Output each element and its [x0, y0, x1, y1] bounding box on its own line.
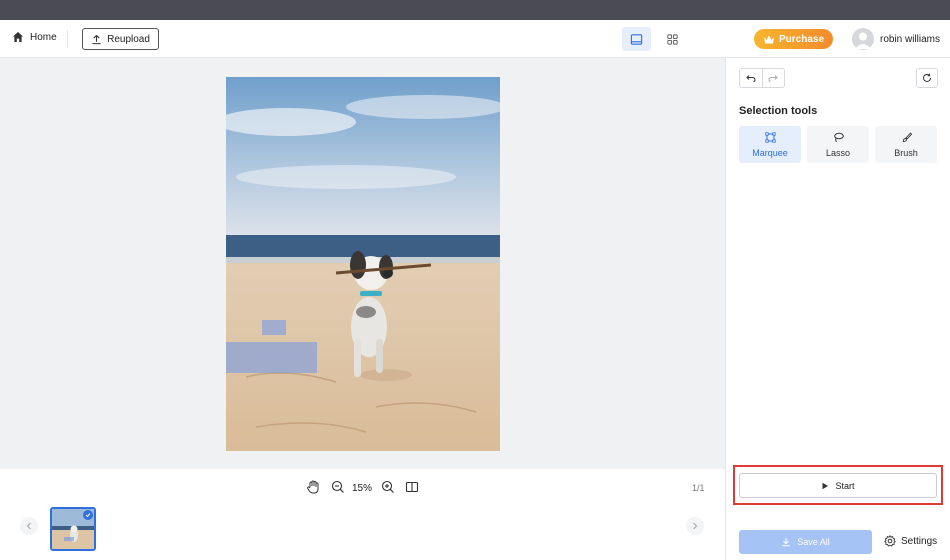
pan-tool-button[interactable] — [306, 480, 320, 494]
single-view-toggle[interactable] — [622, 27, 651, 51]
split-view-icon — [405, 481, 419, 493]
single-view-icon — [630, 33, 643, 45]
page-count: 1/1 — [692, 483, 705, 493]
zoom-out-button[interactable] — [331, 480, 345, 494]
home-icon — [13, 32, 23, 42]
image-thumbnail[interactable] — [50, 507, 96, 551]
canvas-toolbar: 15% 1/1 — [0, 469, 725, 505]
photo-illustration — [226, 77, 500, 451]
image-canvas[interactable] — [0, 58, 725, 469]
grid-view-toggle[interactable] — [660, 27, 684, 51]
user-avatar-icon — [855, 32, 871, 49]
purchase-button[interactable]: Purchase — [754, 29, 833, 49]
chevron-right-icon — [693, 522, 698, 530]
download-icon — [782, 538, 791, 547]
gear-icon — [884, 535, 896, 547]
brush-icon — [902, 131, 912, 142]
beach-dog-photo[interactable] — [226, 77, 500, 451]
selection-region[interactable] — [262, 320, 286, 335]
redo-icon — [768, 75, 778, 82]
header-divider — [67, 30, 68, 48]
undo-icon — [746, 75, 756, 82]
home-button[interactable]: Home — [12, 31, 57, 43]
thumbnails-prev-button[interactable] — [20, 517, 38, 535]
zoom-out-icon — [331, 480, 344, 493]
reset-button[interactable] — [916, 68, 938, 88]
marquee-tool-button[interactable]: Marquee — [739, 126, 801, 163]
lasso-tool-button[interactable]: Lasso — [807, 126, 869, 163]
hand-icon — [307, 480, 319, 494]
app-header: Home Reupload Purchase robin williams — [0, 20, 950, 58]
selection-tools-title: Selection tools — [739, 105, 818, 117]
brush-tool-button[interactable]: Brush — [875, 126, 937, 163]
selection-region[interactable] — [226, 342, 317, 373]
compare-button[interactable] — [405, 480, 419, 494]
upload-icon — [92, 34, 101, 44]
history-controls — [739, 68, 785, 88]
marquee-icon — [764, 131, 776, 143]
undo-button[interactable] — [740, 69, 762, 87]
home-label: Home — [30, 31, 57, 43]
start-label: Start — [835, 480, 855, 491]
zoom-in-button[interactable] — [381, 480, 395, 494]
reupload-label: Reupload — [107, 33, 150, 45]
selected-check — [83, 510, 93, 520]
play-icon — [822, 482, 829, 489]
save-all-label: Save All — [797, 537, 830, 547]
lasso-icon — [833, 132, 844, 142]
purchase-label: Purchase — [778, 33, 825, 45]
redo-button[interactable] — [761, 69, 785, 87]
save-all-button[interactable]: Save All — [739, 530, 872, 554]
brush-label: Brush — [894, 147, 918, 158]
reupload-button[interactable]: Reupload — [82, 28, 159, 50]
zoom-in-icon — [381, 480, 394, 493]
settings-button[interactable]: Settings — [884, 535, 937, 547]
zoom-level: 15% — [352, 483, 373, 494]
chevron-left-icon — [26, 522, 31, 530]
thumbnails-next-button[interactable] — [686, 517, 704, 535]
grid-view-icon — [666, 33, 678, 45]
settings-label: Settings — [901, 535, 938, 547]
avatar[interactable] — [852, 28, 874, 50]
start-button[interactable]: Start — [739, 473, 937, 498]
crown-icon — [763, 35, 774, 43]
lasso-label: Lasso — [825, 147, 851, 158]
refresh-icon — [923, 73, 931, 82]
user-name: robin williams — [880, 34, 941, 45]
thumbnail-strip — [0, 505, 725, 560]
window-top-bar — [0, 0, 950, 20]
marquee-label: Marquee — [752, 147, 788, 158]
check-icon — [85, 513, 91, 518]
